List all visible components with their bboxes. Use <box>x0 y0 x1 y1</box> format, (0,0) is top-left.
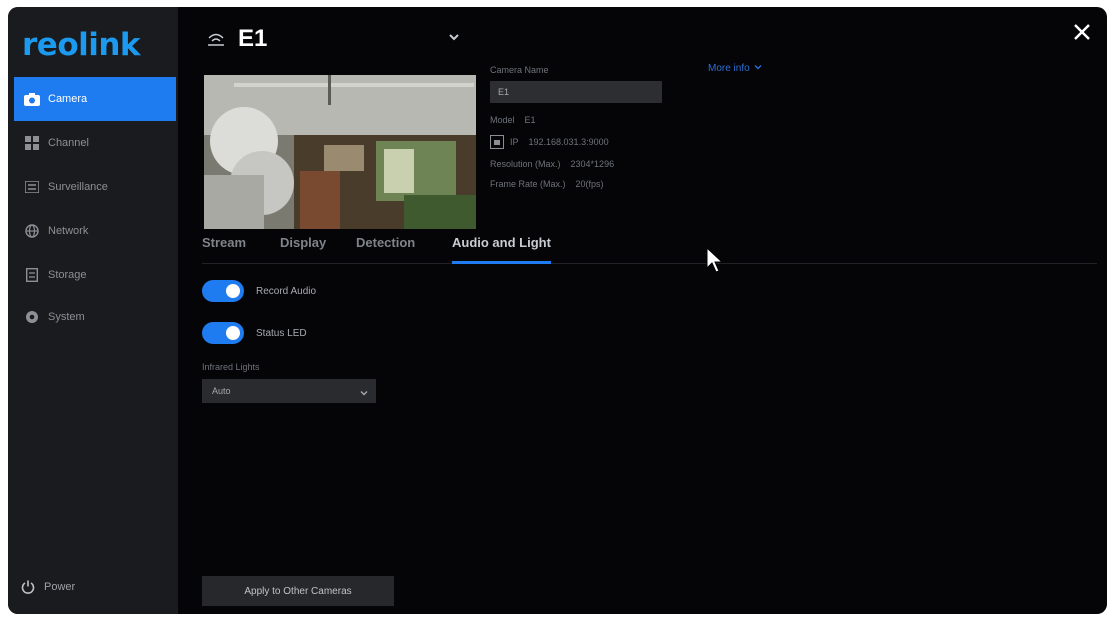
chevron-down-icon[interactable] <box>446 29 462 45</box>
ip-label: IP <box>510 137 519 147</box>
camera-icon <box>24 91 40 107</box>
camera-name-field[interactable]: E1 <box>490 81 662 103</box>
camera-header[interactable]: E1 <box>206 25 267 53</box>
power-button[interactable]: Power <box>20 579 75 595</box>
ip-row: IP 192.168.031.3:9000 <box>490 135 662 149</box>
tab-display[interactable]: Display <box>280 233 326 261</box>
camera-name-label: Camera Name <box>490 65 549 75</box>
surveillance-icon <box>24 179 40 195</box>
toggle-knob <box>226 284 240 298</box>
settings-window: reolink Camera Channel Surveillance Netw… <box>8 7 1107 614</box>
record-audio-row: Record Audio <box>202 280 316 302</box>
close-button[interactable] <box>1069 21 1095 47</box>
frame-rate-label: Frame Rate (Max.) <box>490 179 566 189</box>
main-panel: E1 Camera Name E1 Model E1 IP 192.168.03… <box>178 7 1107 614</box>
sidebar-item-channel[interactable]: Channel <box>14 121 176 165</box>
tab-detection[interactable]: Detection <box>356 233 415 261</box>
power-label: Power <box>44 581 76 593</box>
sidebar-item-label: Surveillance <box>48 181 108 193</box>
camera-title: E1 <box>238 25 268 52</box>
infrared-lights-value: Auto <box>212 386 231 396</box>
sidebar: reolink Camera Channel Surveillance Netw… <box>8 7 178 614</box>
apply-to-other-cameras-button[interactable]: Apply to Other Cameras <box>202 576 394 606</box>
sidebar-item-label: Storage <box>48 269 87 281</box>
sidebar-item-surveillance[interactable]: Surveillance <box>14 165 176 209</box>
resolution-value: 2304*1296 <box>570 159 615 169</box>
frame-rate-value: 20(fps) <box>575 179 604 189</box>
camera-info: Camera Name E1 Model E1 IP 192.168.031.3… <box>490 65 662 199</box>
storage-icon <box>24 267 40 283</box>
sidebar-item-label: System <box>48 311 85 323</box>
network-globe-icon <box>24 223 40 239</box>
close-icon <box>1073 23 1091 46</box>
sidebar-item-label: Channel <box>48 137 89 149</box>
model-value: E1 <box>524 115 536 125</box>
mouse-cursor-icon <box>706 246 724 273</box>
settings-tabs: Stream Display Detection Audio and Light <box>202 233 1097 264</box>
sidebar-item-network[interactable]: Network <box>14 209 176 253</box>
power-icon <box>20 579 36 595</box>
model-label: Model <box>490 115 515 125</box>
tab-stream[interactable]: Stream <box>202 233 246 261</box>
lan-icon <box>490 135 504 149</box>
status-led-toggle[interactable] <box>202 322 244 344</box>
frame-rate-row: Frame Rate (Max.) 20(fps) <box>490 179 662 189</box>
resolution-label: Resolution (Max.) <box>490 159 561 169</box>
camera-preview <box>204 75 476 229</box>
more-info-label: More info <box>708 63 750 74</box>
sidebar-item-label: Network <box>48 225 89 237</box>
channel-grid-icon <box>24 135 40 151</box>
toggle-knob <box>226 326 240 340</box>
infrared-lights-label: Infrared Lights <box>202 362 260 372</box>
reolink-logo: reolink <box>22 27 141 63</box>
status-led-row: Status LED <box>202 322 307 344</box>
status-led-label: Status LED <box>256 327 307 339</box>
record-audio-label: Record Audio <box>256 285 317 297</box>
chevron-down-icon <box>358 384 370 396</box>
chevron-down-icon <box>754 63 762 74</box>
resolution-row: Resolution (Max.) 2304*1296 <box>490 159 662 169</box>
system-gear-icon <box>24 309 40 325</box>
wifi-signal-icon <box>206 31 226 47</box>
sidebar-item-camera[interactable]: Camera <box>14 77 176 121</box>
model-row: Model E1 <box>490 115 662 125</box>
infrared-lights-select[interactable]: Auto <box>202 379 376 403</box>
ip-value: 192.168.031.3:9000 <box>528 137 609 147</box>
sidebar-item-system[interactable]: System <box>14 295 176 339</box>
more-info-link[interactable]: More info <box>708 63 762 74</box>
sidebar-item-storage[interactable]: Storage <box>14 253 176 297</box>
record-audio-toggle[interactable] <box>202 280 244 302</box>
tab-audio-and-light[interactable]: Audio and Light <box>452 233 551 264</box>
sidebar-item-label: Camera <box>48 93 88 105</box>
